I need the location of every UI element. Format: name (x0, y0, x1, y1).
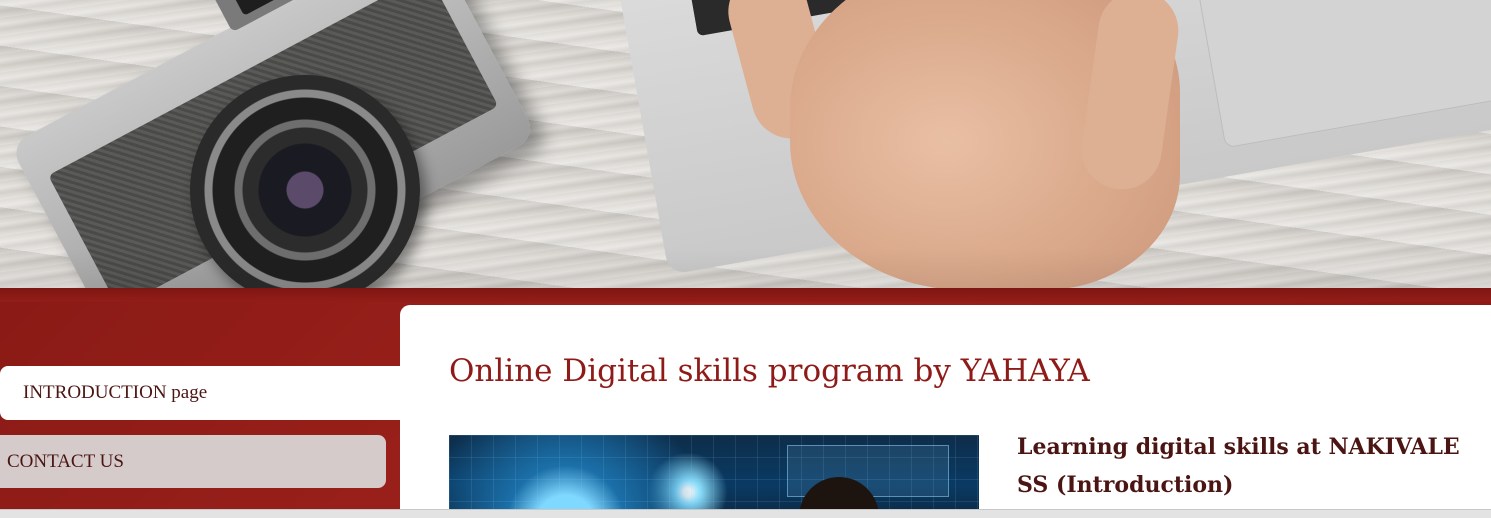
digital-skills-image (449, 435, 979, 517)
main-content-panel: Online Digital skills program by YAHAYA … (400, 305, 1491, 517)
hero-banner-image: tab (0, 0, 1491, 288)
nav-item-introduction[interactable]: INTRODUCTION page (0, 366, 400, 420)
band-top-stripe (0, 288, 1491, 302)
laptop-trackpad (1193, 0, 1491, 149)
nav-item-contact-us[interactable]: CONTACT US (0, 435, 386, 488)
page-title: Online Digital skills program by YAHAYA (449, 353, 1090, 389)
hero-shadow (0, 248, 1491, 288)
section-heading: Learning digital skills at NAKIVALE SS (… (1017, 434, 1460, 498)
